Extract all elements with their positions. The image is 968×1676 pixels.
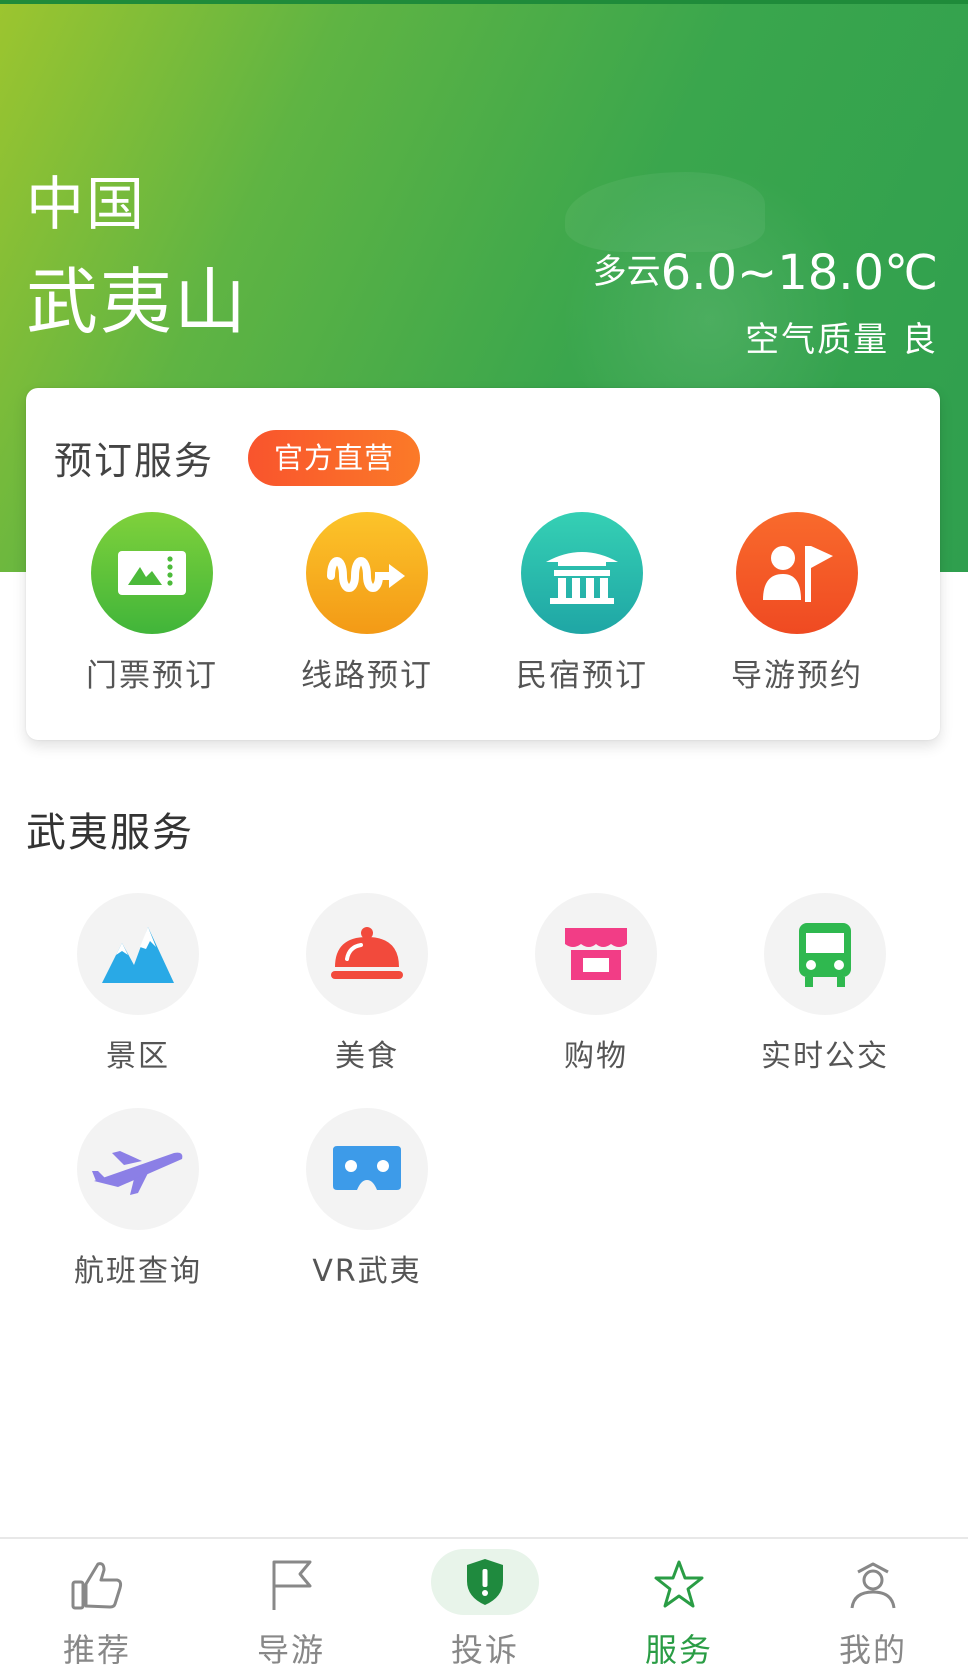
booking-item-guide[interactable]: 导游预约 (697, 512, 897, 695)
user-icon (838, 1553, 908, 1617)
service-label: 景区 (106, 1039, 170, 1074)
star-icon (644, 1553, 714, 1617)
complain-highlight (431, 1549, 539, 1615)
tab-services[interactable]: 服务 (582, 1539, 776, 1676)
service-label: 航班查询 (74, 1254, 202, 1289)
booking-item-ticket[interactable]: 门票预订 (52, 512, 252, 695)
food-cloche-icon (306, 893, 428, 1015)
vr-glasses-icon (306, 1108, 428, 1230)
shop-icon (535, 893, 657, 1015)
shield-icon (467, 1559, 503, 1605)
booking-items: 门票预订 线路预订 民宿预订 导游预约 (26, 512, 940, 702)
weather-info: 多云6.0~18.0℃ (593, 244, 938, 301)
tab-label: 推荐 (62, 1631, 131, 1669)
tab-guide[interactable]: 导游 (194, 1539, 388, 1676)
tab-recommend[interactable]: 推荐 (0, 1539, 194, 1676)
tab-complain[interactable]: 投诉 (388, 1539, 582, 1676)
service-bus[interactable]: 实时公交 (725, 893, 925, 1075)
tab-label: 导游 (256, 1631, 325, 1669)
airplane-icon (77, 1108, 199, 1230)
house-icon (521, 512, 643, 634)
thumbs-up-icon (62, 1553, 132, 1617)
service-label: VR武夷 (312, 1254, 422, 1289)
service-vr[interactable]: VR武夷 (267, 1108, 467, 1290)
weather-condition: 多云 (592, 252, 661, 292)
booking-item-label: 民宿预订 (516, 658, 648, 694)
official-badge: 官方直营 (248, 430, 420, 486)
services-section-title: 武夷服务 (26, 810, 194, 856)
country-label: 中国 (26, 170, 147, 238)
tab-label: 服务 (644, 1631, 713, 1669)
weather-temperature: 6.0~18.0℃ (660, 245, 938, 301)
booking-item-homestay[interactable]: 民宿预订 (482, 512, 682, 695)
ticket-icon (91, 512, 213, 634)
service-shopping[interactable]: 购物 (496, 893, 696, 1075)
bottom-tab-bar: 推荐 导游 投诉 服务 我的 (0, 1537, 968, 1676)
service-label: 美食 (335, 1039, 399, 1074)
route-icon (306, 512, 428, 634)
tab-label: 我的 (838, 1631, 907, 1669)
booking-item-label: 导游预约 (731, 658, 863, 694)
tab-label: 投诉 (450, 1631, 519, 1669)
booking-title: 预订服务 (54, 439, 215, 483)
service-label: 实时公交 (761, 1039, 889, 1074)
booking-item-label: 线路预订 (301, 658, 433, 694)
city-name: 武夷山 (26, 260, 249, 344)
service-food[interactable]: 美食 (267, 893, 467, 1075)
booking-item-label: 门票预订 (86, 658, 218, 694)
booking-item-route[interactable]: 线路预订 (267, 512, 467, 695)
mountain-icon (77, 893, 199, 1015)
tab-mine[interactable]: 我的 (776, 1539, 968, 1676)
booking-card: 预订服务 官方直营 门票预订 线路预订 民宿预订 导游预约 (26, 388, 940, 740)
hero-photo-detail (565, 172, 765, 252)
guide-flag-icon (736, 512, 858, 634)
service-flight[interactable]: 航班查询 (38, 1108, 238, 1290)
service-scenic[interactable]: 景区 (38, 893, 238, 1075)
flag-icon (256, 1553, 326, 1617)
bus-icon (764, 893, 886, 1015)
air-quality: 空气质量 良 (745, 320, 938, 360)
service-label: 购物 (564, 1039, 628, 1074)
